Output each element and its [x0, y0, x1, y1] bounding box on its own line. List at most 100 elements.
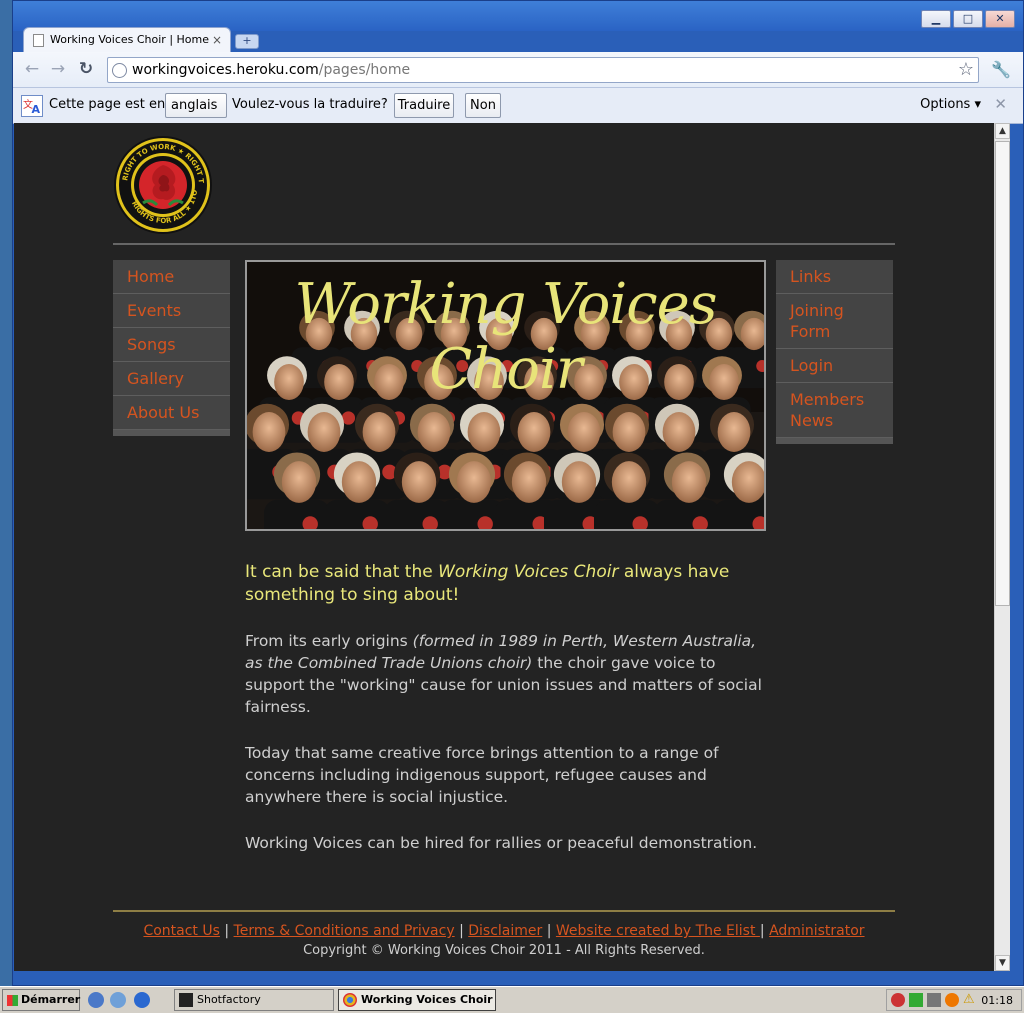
new-tab-button[interactable]: + — [235, 34, 259, 49]
back-icon[interactable]: ← — [21, 59, 43, 81]
tab-close-icon[interactable]: × — [212, 28, 222, 52]
page-icon — [33, 34, 44, 47]
singer-face — [252, 412, 286, 452]
lead-text: It can be said that the Working Voices C… — [245, 561, 775, 607]
singer-face — [307, 412, 341, 452]
singer-face — [561, 461, 597, 503]
browser-tab[interactable]: Working Voices Choir | Home × — [23, 27, 231, 53]
lead-part1: It can be said that the — [245, 562, 439, 582]
singer-face — [417, 412, 451, 452]
translate-icon — [21, 95, 43, 117]
taskbar-shotfactory[interactable]: Shotfactory — [174, 989, 334, 1011]
language-select[interactable]: anglais ▾ — [165, 93, 227, 136]
warning-tray-icon[interactable]: ⚠ — [963, 993, 977, 1007]
page-viewport: RIGHT TO WORK ★ RIGHT TO REST RIGHTS FOR… — [14, 123, 994, 971]
singer-shirt — [594, 499, 660, 529]
scroll-down-arrow-icon[interactable]: ▼ — [995, 955, 1010, 971]
minimize-button[interactable]: ▁ — [921, 10, 951, 28]
security-tray-icon[interactable] — [891, 993, 905, 1007]
update-tray-icon[interactable] — [945, 993, 959, 1007]
p1-part1: From its early origins — [245, 632, 413, 650]
hero-title: Working Voices Choir — [294, 272, 718, 402]
scroll-up-arrow-icon[interactable]: ▲ — [995, 123, 1010, 139]
footer-contact-us-link[interactable]: Contact Us — [143, 923, 219, 939]
nav-joining-form[interactable]: Joining Form — [776, 294, 893, 349]
bookmark-star-icon[interactable]: ☆ — [958, 59, 974, 80]
nav-gallery[interactable]: Gallery — [113, 362, 230, 396]
translate-button[interactable]: Traduire — [394, 93, 454, 118]
footer-website-created-link[interactable]: Website created by The Elist — [556, 923, 760, 939]
forward-icon[interactable]: → — [47, 59, 69, 81]
windows-taskbar: Démarrer Shotfactory Working Voices Choi… — [0, 986, 1024, 1013]
singer-face — [517, 412, 551, 452]
singer-face — [362, 412, 396, 452]
singer-face — [281, 461, 317, 503]
console-icon — [179, 993, 193, 1007]
paragraph-today: Today that same creative force brings at… — [245, 744, 719, 806]
singer-face — [567, 412, 601, 452]
task-label: Shotfactory — [197, 993, 261, 1006]
desktop: ▁ □ ✕ Working Voices Choir | Home × + ← … — [0, 0, 1024, 1013]
window-controls: ▁ □ ✕ — [921, 10, 1015, 28]
singer-face — [401, 461, 437, 503]
singer-face — [467, 412, 501, 452]
no-translate-button[interactable]: Non — [465, 93, 501, 118]
close-infobar-icon[interactable]: ✕ — [994, 95, 1007, 113]
singer-shirt — [324, 499, 390, 529]
nav-login[interactable]: Login — [776, 349, 893, 383]
task-label: Working Voices Choir ... — [361, 993, 496, 1006]
header-divider — [113, 243, 895, 245]
footer-administrator-link[interactable]: Administrator — [769, 923, 864, 939]
singer-shirt — [264, 499, 330, 529]
nav-songs[interactable]: Songs — [113, 328, 230, 362]
wrench-icon[interactable]: 🔧 — [991, 60, 1011, 79]
network-tray-icon[interactable] — [909, 993, 923, 1007]
tab-title: Working Voices Choir | Home — [50, 33, 210, 46]
browser-quicklaunch-icon[interactable] — [110, 992, 126, 1008]
singer-face — [341, 461, 377, 503]
vertical-scrollbar[interactable]: ▲ ▼ — [994, 123, 1010, 971]
translate-prefix: Cette page est en — [49, 97, 166, 112]
nav-about-us[interactable]: About Us — [113, 396, 230, 430]
translate-question: Voulez-vous la traduire? — [232, 97, 388, 112]
hero-choir-photo: Working Voices Choir — [245, 260, 766, 531]
vm-tray-icon[interactable] — [927, 993, 941, 1007]
nav-members-news[interactable]: Members News — [776, 383, 893, 438]
address-bar[interactable]: workingvoices.heroku.com/pages/home ☆ — [107, 57, 979, 83]
paragraph-hire: Working Voices can be hired for rallies … — [245, 834, 758, 852]
url-path: /pages/home — [318, 62, 411, 78]
singer-face — [511, 461, 547, 503]
singer-face — [456, 461, 492, 503]
reload-icon[interactable]: ↻ — [75, 59, 97, 81]
left-nav: Home Events Songs Gallery About Us — [113, 260, 230, 436]
choir-logo-rose[interactable]: RIGHT TO WORK ★ RIGHT TO REST RIGHTS FOR… — [113, 135, 213, 235]
start-button[interactable]: Démarrer — [2, 989, 80, 1011]
nav-home[interactable]: Home — [113, 260, 230, 294]
singer-face — [612, 412, 646, 452]
translate-infobar: Cette page est en anglais ▾ Voulez-vous … — [13, 88, 1023, 136]
url-text: workingvoices.heroku.com/pages/home — [132, 62, 410, 78]
nav-events[interactable]: Events — [113, 294, 230, 328]
singer-shirt — [654, 499, 720, 529]
footer-disclaimer-link[interactable]: Disclaimer — [468, 923, 542, 939]
footer-terms-link[interactable]: Terms & Conditions and Privacy — [234, 923, 455, 939]
clock: 01:18 — [981, 994, 1013, 1007]
right-nav: Links Joining Form Login Members News — [776, 260, 893, 444]
close-window-button[interactable]: ✕ — [985, 10, 1015, 28]
url-host: workingvoices.heroku.com — [132, 62, 319, 78]
singer-face — [671, 461, 707, 503]
taskbar-chrome-window[interactable]: Working Voices Choir ... — [338, 989, 496, 1011]
footer-divider — [113, 910, 895, 912]
chrome-icon — [343, 993, 357, 1007]
ie-quicklaunch-icon[interactable] — [134, 992, 150, 1008]
browser-toolbar: ← → ↻ workingvoices.heroku.com/pages/hom… — [13, 52, 1023, 88]
translate-options-menu[interactable]: Options ▾ — [920, 97, 981, 112]
maximize-button[interactable]: □ — [953, 10, 983, 28]
globe-icon — [112, 63, 127, 78]
singer-face — [662, 412, 696, 452]
scroll-thumb[interactable] — [995, 141, 1010, 606]
nav-links[interactable]: Links — [776, 260, 893, 294]
paragraph-origins: From its early origins (formed in 1989 i… — [245, 630, 775, 718]
footer-links: Contact Us | Terms & Conditions and Priv… — [143, 923, 865, 939]
desktop-quicklaunch-icon[interactable] — [88, 992, 104, 1008]
